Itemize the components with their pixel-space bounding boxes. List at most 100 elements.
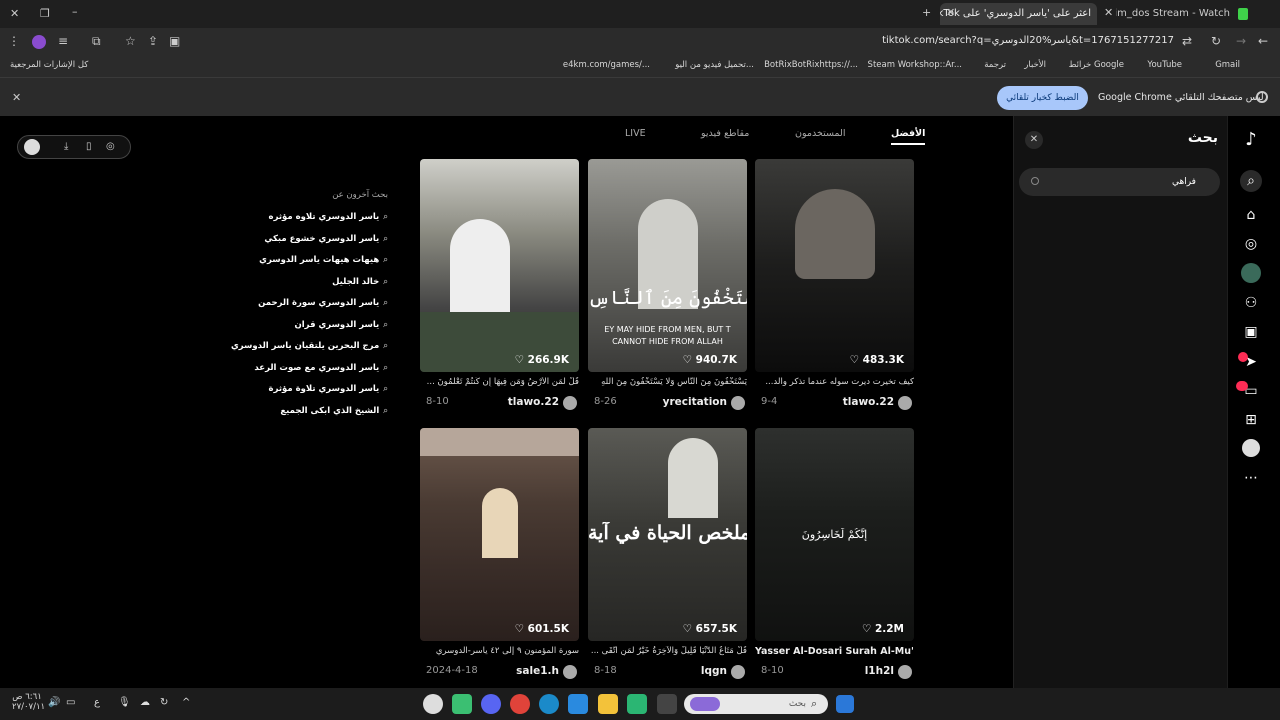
sync-icon[interactable]: ↻ [160, 697, 168, 708]
taskbar-language[interactable]: ع [94, 697, 100, 708]
task-view-icon[interactable] [657, 694, 677, 714]
video-card[interactable]: ♡ 601.5K سورة المؤمنون ٩ إلى ٤٢ ياسر-الد… [420, 428, 579, 679]
tab-tiktok-search[interactable]: اعثر على 'ياسر الدوسري' على TikTok [940, 3, 1097, 25]
explore-icon[interactable]: ◎ [1240, 233, 1262, 255]
video-thumbnail[interactable]: يَسْتَخْفُونَ مِنَ ٱلنَّاسِ EY MAY HIDE … [588, 159, 747, 372]
address-bar[interactable]: tiktok.com/search?q=ياسر%20الدوسري&t=176… [882, 35, 1174, 46]
bookmark-botrix[interactable]: BotRixBotRixhttps://... [764, 60, 858, 70]
infobar-close-icon[interactable]: ✕ [12, 91, 21, 104]
app-icon[interactable] [452, 694, 472, 714]
search-icon[interactable]: ⌕ [1240, 170, 1262, 192]
bookmark-translate[interactable]: ترجمة [984, 60, 1006, 70]
video-thumbnail[interactable]: ♡ 483.3K [755, 159, 914, 372]
app-icon[interactable] [568, 694, 588, 714]
author-avatar[interactable] [563, 665, 577, 679]
related-item[interactable]: ⌕ياسر الدوسري قران [231, 320, 388, 342]
following-avatar-icon[interactable] [1241, 263, 1261, 283]
tab-close-icon[interactable]: ✕ [1104, 6, 1113, 19]
tab-users[interactable]: المستخدمون [795, 128, 845, 139]
video-card[interactable]: ملخص الحياة في آية ♡ 657.5K قُلْ مَتَاعُ… [588, 428, 747, 679]
video-author[interactable]: tlawo.22 [843, 396, 894, 408]
microphone-icon[interactable]: 🎙 [118, 697, 131, 708]
tab-stream[interactable]: ibrahim_dos Stream - Watch [1116, 3, 1236, 25]
forward-icon[interactable]: → [1236, 34, 1246, 48]
more-icon[interactable]: ⋯ [1240, 467, 1262, 489]
share-icon[interactable]: ⇪ [148, 34, 158, 48]
close-window-icon[interactable]: ✕ [10, 7, 19, 20]
site-settings-icon[interactable]: ⇄ [1182, 34, 1192, 48]
video-thumbnail[interactable]: ♡ 266.9K [420, 159, 579, 372]
related-item[interactable]: ⌕ياسر الدوسري تلاوه مؤثره [231, 212, 388, 234]
home-icon[interactable]: ⌂ [1240, 204, 1262, 226]
video-author[interactable]: l1h2l [865, 665, 894, 677]
tool-logo-icon[interactable] [24, 139, 40, 155]
reload-icon[interactable]: ↻ [1211, 34, 1221, 48]
all-bookmarks[interactable]: كل الإشارات المرجعية [10, 60, 88, 70]
profile-avatar[interactable] [32, 35, 46, 49]
video-card[interactable]: يَسْتَخْفُونَ مِنَ ٱلنَّاسِ EY MAY HIDE … [588, 159, 747, 410]
video-thumbnail[interactable]: ♡ 601.5K [420, 428, 579, 641]
bookmark-e4km[interactable]: e4km.com/games/... [563, 60, 650, 70]
friends-icon[interactable]: ⚇ [1240, 292, 1262, 314]
video-thumbnail[interactable]: ملخص الحياة في آية ♡ 657.5K [588, 428, 747, 641]
cloud-icon[interactable]: ☁ [140, 697, 150, 708]
upload-icon[interactable]: ⊞ [1240, 409, 1262, 431]
video-card[interactable]: ♡ 483.3K كيف تخيرت ديرت سوله عندما تذكر … [755, 159, 914, 410]
taskbar-clock[interactable]: ٦:٦١ ص ٢٧/٠٧/١١ [12, 692, 45, 712]
phone-icon[interactable]: ▯ [86, 141, 92, 152]
author-avatar[interactable] [898, 665, 912, 679]
tab-close-icon[interactable]: ✕ [946, 6, 955, 19]
restore-window-icon[interactable]: ❐ [40, 7, 50, 20]
start-icon[interactable] [836, 695, 854, 713]
download-icon[interactable]: ⤓ [64, 141, 68, 152]
video-author[interactable]: yrecitation [663, 396, 727, 408]
bookmark-gmail[interactable]: Gmail [1215, 60, 1240, 70]
live-icon[interactable]: ▣ [1240, 321, 1262, 343]
bookmark-steam[interactable]: Steam Workshop::Ar... [868, 60, 962, 70]
related-item[interactable]: ⌕هيهات هيهات ياسر الدوسري [231, 255, 388, 277]
file-explorer-icon[interactable] [598, 694, 618, 714]
tiktok-logo-icon[interactable]: ♪ [1240, 129, 1262, 151]
author-avatar[interactable] [731, 396, 745, 410]
bookmark-maps[interactable]: خرائط Google [1069, 60, 1124, 70]
profile-avatar-icon[interactable] [1242, 439, 1260, 457]
chrome-icon[interactable] [510, 694, 530, 714]
video-author[interactable]: sale1.h [516, 665, 559, 677]
close-icon[interactable]: ✕ [1025, 131, 1043, 149]
bookmark-star-icon[interactable]: ☆ [125, 34, 136, 48]
edge-icon[interactable] [539, 694, 559, 714]
reading-list-icon[interactable]: ≡ [58, 34, 68, 48]
search-input[interactable] [1019, 168, 1220, 196]
extensions-icon[interactable]: ⧉ [92, 34, 101, 49]
related-item[interactable]: ⌕ياسر الدوسري خشوع مبكي [231, 234, 388, 256]
video-card[interactable]: ♡ 266.9K قُلْ لِّمَن الأَرْضُ وَمَن فِيه… [420, 159, 579, 410]
discord-icon[interactable] [481, 694, 501, 714]
app-icon[interactable] [627, 694, 647, 714]
back-icon[interactable]: ← [1258, 34, 1268, 48]
tab-videos[interactable]: مقاطع فيديو [701, 128, 749, 139]
video-card[interactable]: إِنَّكُمْ لَخَاسِرُونَ ♡ 2.2M Yasser Al-… [755, 428, 914, 679]
tray-chevron-icon[interactable]: ^ [182, 697, 190, 708]
video-author[interactable]: lqgn [701, 665, 727, 677]
related-item[interactable]: ⌕مرج البحرين يلتقيان ياسر الدوسري [231, 341, 388, 363]
related-item[interactable]: ⌕ياسر الدوسري تلاوة مؤثرة [231, 384, 388, 406]
bookmark-youtube[interactable]: YouTube [1147, 60, 1182, 70]
obs-icon[interactable] [423, 694, 443, 714]
set-default-button[interactable]: الضبط كخيار تلقائي [997, 86, 1088, 110]
author-avatar[interactable] [898, 396, 912, 410]
author-avatar[interactable] [731, 665, 745, 679]
tab-live[interactable]: LIVE [625, 128, 646, 139]
related-item[interactable]: ⌕ياسر الدوسري سورة الرحمن [231, 298, 388, 320]
related-item[interactable]: ⌕ياسر الدوسري مع صوت الرعد [231, 363, 388, 385]
video-thumbnail[interactable]: إِنَّكُمْ لَخَاسِرُونَ ♡ 2.2M [755, 428, 914, 641]
related-item[interactable]: ⌕خالد الجليل [231, 277, 388, 299]
volume-icon[interactable]: 🔊 [48, 697, 60, 708]
video-author[interactable]: tlawo.22 [508, 396, 559, 408]
tab-top[interactable]: الأفضل [891, 128, 926, 145]
author-avatar[interactable] [563, 396, 577, 410]
bookmark-news[interactable]: الأخبار [1024, 60, 1046, 70]
new-tab-icon[interactable]: + [922, 6, 931, 19]
related-item[interactable]: ⌕الشيخ الذي ابكى الجميع [231, 406, 388, 428]
compass-icon[interactable]: ◎ [106, 141, 115, 152]
bookmark-video-download[interactable]: تحميل فيديو من اليو... [675, 60, 754, 70]
